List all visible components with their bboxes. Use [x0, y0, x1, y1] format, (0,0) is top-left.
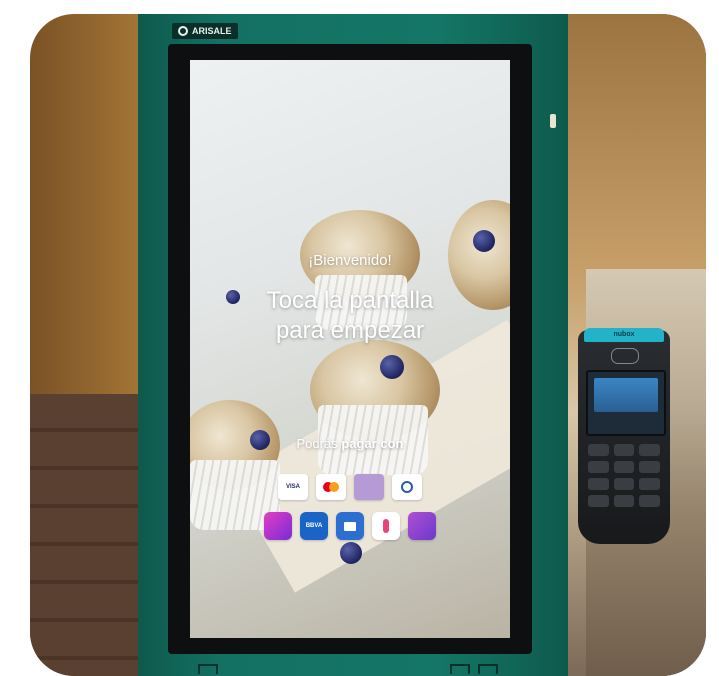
kiosk-screen[interactable]: ¡Bienvenido! Toca la pantalla para empez… [190, 60, 510, 638]
keypad-key[interactable] [588, 495, 609, 507]
kiosk-bottom-ports [198, 664, 498, 676]
bank-app-icon [336, 512, 364, 540]
keypad-key[interactable] [588, 478, 609, 490]
bbva-app-icon: BBVA [300, 512, 328, 540]
terminal-display [594, 378, 658, 412]
screen-bezel: ¡Bienvenido! Toca la pantalla para empez… [168, 44, 532, 654]
pay-with-text: Podrás pagar con [190, 436, 510, 451]
card-slot-icon [450, 664, 470, 674]
keypad-key[interactable] [613, 444, 635, 456]
photo-frame: ARISALE ¡Bienvenido! Toca la pantalla pa… [30, 14, 706, 676]
mastercard-icon [316, 474, 346, 500]
card-payment-terminal[interactable]: nubox [578, 328, 670, 544]
kiosk-brand-logo: ARISALE [172, 23, 238, 39]
keypad-key[interactable] [613, 495, 635, 507]
receipt-printer-icon [198, 664, 218, 674]
arisale-logo-icon [178, 26, 188, 36]
pay-prefix: Podrás [296, 436, 338, 451]
generic-card-icon [354, 474, 384, 500]
nfc-icon [611, 348, 639, 364]
keypad-key[interactable] [613, 478, 635, 490]
keypad-key[interactable] [639, 461, 660, 473]
scanner-icon [478, 664, 498, 674]
keypad-key[interactable] [588, 461, 609, 473]
keypad-key[interactable] [639, 444, 660, 456]
purple-app-icon [408, 512, 436, 540]
keypad-key[interactable] [588, 444, 609, 456]
kiosk-brand-label: ARISALE [192, 26, 232, 36]
payment-methods-row-1: VISA [190, 474, 510, 500]
tap-line-1: Toca la pantalla [266, 287, 434, 314]
keypad-key[interactable] [613, 461, 635, 473]
blueberry [380, 355, 404, 379]
pay-emphasis: pagar con [341, 436, 404, 451]
status-light [550, 114, 556, 128]
blueberry [473, 230, 495, 252]
wallet-app-icon [264, 512, 292, 540]
welcome-text: ¡Bienvenido! [308, 252, 392, 269]
blueberry [340, 542, 362, 564]
payment-methods-row-2: BBVA [190, 512, 510, 540]
person-app-icon [372, 512, 400, 540]
tap-to-start-text: Toca la pantalla para empezar [190, 286, 510, 346]
keypad-key[interactable] [639, 495, 660, 507]
keypad-key[interactable] [639, 478, 660, 490]
terminal-keypad[interactable] [588, 444, 660, 507]
visa-card-icon: VISA [278, 474, 308, 500]
tap-line-2: para empezar [275, 317, 425, 344]
terminal-brand-strip: nubox [584, 328, 664, 342]
self-service-kiosk: ARISALE ¡Bienvenido! Toca la pantalla pa… [138, 14, 568, 676]
contactless-icon [392, 474, 422, 500]
terminal-screen [586, 370, 666, 436]
wood-paneling [30, 394, 150, 676]
